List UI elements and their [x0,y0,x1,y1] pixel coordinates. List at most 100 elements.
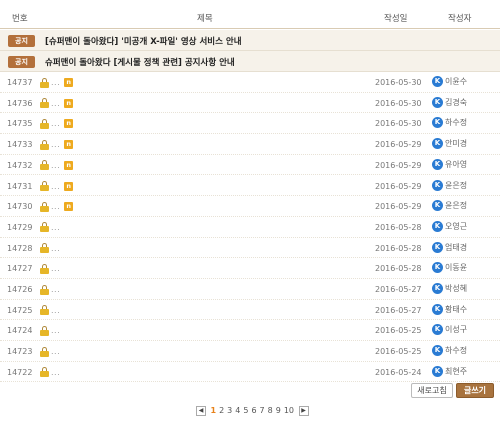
post-date: 2016-05-29 [375,181,422,191]
refresh-button[interactable]: 새로고침 [411,383,453,398]
post-author[interactable]: K 윤은정 [432,179,467,191]
post-title-text[interactable]: ... [51,119,60,128]
post-title-text[interactable]: ... [51,264,60,273]
post-author[interactable]: K 안미경 [432,138,467,150]
post-title-text[interactable]: ... [51,285,60,294]
post-title-text[interactable]: ... [51,78,60,87]
lock-icon [40,201,49,212]
post-title[interactable]: ... [40,222,64,233]
table-row[interactable]: 14731... n 2016-05-29 K 윤은정 [0,176,500,197]
post-title[interactable]: ... n [40,160,74,171]
post-title[interactable]: ... [40,243,64,254]
post-author[interactable]: K 김경숙 [432,96,467,108]
post-author[interactable]: K 윤은정 [432,200,467,212]
table-row[interactable]: 14727... 2016-05-28 K 이동윤 [0,258,500,279]
author-name[interactable]: 이윤수 [445,76,467,87]
table-row[interactable]: 14735... n 2016-05-30 K 하수정 [0,113,500,135]
page-link[interactable]: 2 [219,406,224,415]
page-link[interactable]: 6 [251,406,256,415]
notice-title-link[interactable]: 슈퍼맨이 돌아왔다 [게시물 정책 관련] 공지사항 안내 [45,56,235,68]
post-title[interactable]: ... [40,325,64,336]
author-name[interactable]: 이동윤 [445,262,467,273]
post-author[interactable]: K 유아영 [432,158,467,170]
author-name[interactable]: 안미경 [445,138,467,149]
post-title-text[interactable]: ... [51,368,60,377]
post-title-text[interactable]: ... [51,202,60,211]
page-link[interactable]: 7 [260,406,265,415]
post-author[interactable]: K 하수정 [432,345,467,357]
page-link[interactable]: 9 [276,406,281,415]
post-author[interactable]: K 오영근 [432,220,467,232]
author-name[interactable]: 이성구 [445,324,467,335]
author-name[interactable]: 하수정 [445,345,467,356]
post-title-text[interactable]: ... [51,99,60,108]
post-title[interactable]: ... n [40,181,74,192]
post-title[interactable]: ... n [40,77,74,88]
post-author[interactable]: K 황태수 [432,303,467,315]
page-link[interactable]: 3 [227,406,232,415]
post-title[interactable]: ... [40,263,64,274]
author-name[interactable]: 하수정 [445,117,467,128]
new-badge-icon: n [64,202,74,212]
post-title-text[interactable]: ... [51,140,60,149]
post-title[interactable]: ... n [40,139,74,150]
table-row[interactable]: 14722... 2016-05-24 K 최현주 [0,362,500,383]
post-title[interactable]: ... [40,305,64,316]
table-row[interactable]: 14732... n 2016-05-29 K 유아영 [0,155,500,176]
post-title-text[interactable]: ... [51,182,60,191]
author-name[interactable]: 박성혜 [445,283,467,294]
author-name[interactable]: 유아영 [445,159,467,170]
post-date: 2016-05-28 [375,243,422,253]
post-number: 14732 [7,160,33,170]
post-title-text[interactable]: ... [51,326,60,335]
post-title[interactable]: ... n [40,118,74,129]
table-row[interactable]: 14726... 2016-05-27 K 박성혜 [0,279,500,300]
author-name[interactable]: 윤은정 [445,200,467,211]
table-row[interactable]: 14736... n 2016-05-30 K 김경숙 [0,93,500,114]
author-name[interactable]: 윤은정 [445,180,467,191]
table-row[interactable]: 14728... 2016-05-28 K 엄태경 [0,238,500,259]
table-row[interactable]: 14724... 2016-05-25 K 이성구 [0,320,500,342]
author-name[interactable]: 최현주 [445,366,467,377]
post-title-text[interactable]: ... [51,306,60,315]
post-author[interactable]: K 최현주 [432,365,467,377]
post-author[interactable]: K 이동윤 [432,262,467,274]
post-title-text[interactable]: ... [51,347,60,356]
page-link[interactable]: 8 [268,406,273,415]
post-title-text[interactable]: ... [51,161,60,170]
post-title[interactable]: ... n [40,201,74,212]
post-title[interactable]: ... [40,346,64,357]
page-link[interactable]: 5 [243,406,248,415]
next-page-button[interactable]: ▶ [298,405,309,416]
author-name[interactable]: 엄태경 [445,242,467,253]
author-name[interactable]: 김경숙 [445,97,467,108]
post-author[interactable]: K 이성구 [432,324,467,336]
post-title[interactable]: ... n [40,98,74,109]
post-title-text[interactable]: ... [51,223,60,232]
lock-icon [40,98,49,109]
table-row[interactable]: 14737... n 2016-05-30 K 이윤수 [0,72,500,93]
page-link[interactable]: 1 [211,406,217,415]
post-title[interactable]: ... [40,367,64,378]
author-name[interactable]: 오영근 [445,221,467,232]
prev-page-button[interactable]: ◀ [196,405,206,416]
table-row[interactable]: 14730... n 2016-05-29 K 윤은정 [0,196,500,217]
post-title[interactable]: ... [40,284,64,295]
pagination: ◀ 1 2 3 4 5 6 7 8 9 10 ▶ [193,405,312,416]
table-row[interactable]: 14733... n 2016-05-29 K 안미경 [0,134,500,155]
post-author[interactable]: K 엄태경 [432,241,467,253]
page-link[interactable]: 10 [284,406,294,415]
table-row[interactable]: 14729... 2016-05-28 K 오영근 [0,217,500,238]
post-date: 2016-05-27 [375,305,422,315]
write-button[interactable]: 글쓰기 [456,383,494,398]
page-link[interactable]: 4 [235,406,240,415]
table-row[interactable]: 14725... 2016-05-27 K 황태수 [0,300,500,321]
author-name[interactable]: 황태수 [445,304,467,315]
table-row[interactable]: 14723... 2016-05-25 K 하수정 [0,341,500,362]
post-author[interactable]: K 하수정 [432,117,467,129]
notice-badge: 공지 [8,35,35,47]
post-author[interactable]: K 박성혜 [432,283,467,294]
post-title-text[interactable]: ... [51,244,60,253]
post-author[interactable]: K 이윤수 [432,76,467,87]
notice-title-link[interactable]: [슈퍼맨이 돌아왔다] '미공개 X-파일' 영상 서비스 안내 [45,35,242,47]
